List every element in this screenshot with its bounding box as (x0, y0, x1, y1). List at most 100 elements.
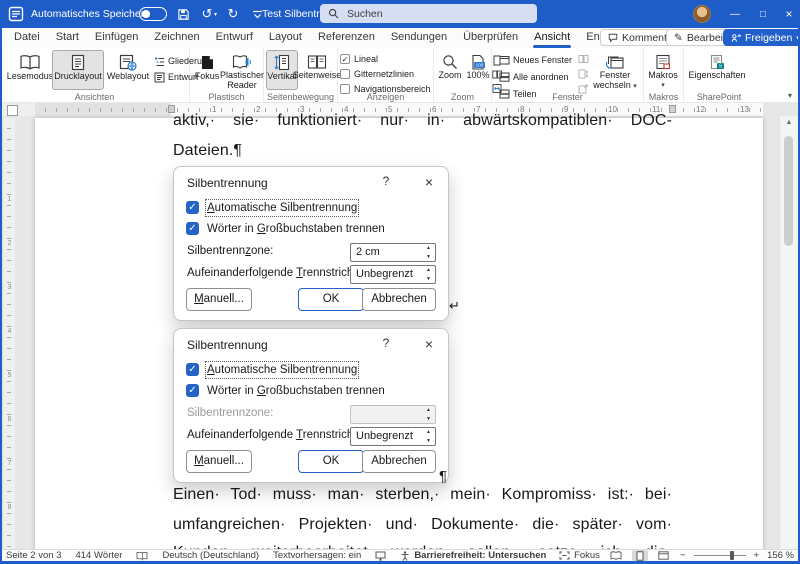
proofing-icon[interactable] (136, 551, 148, 561)
zoom-out-button[interactable]: − (680, 550, 686, 561)
weblayout-button[interactable]: Weblayout (104, 50, 152, 90)
consecutive-hyphens-label: Aufeinanderfolgende Trennstriche: (187, 267, 363, 279)
cancel-button[interactable]: Abbrechen (362, 288, 436, 311)
zoom-slider[interactable] (693, 550, 746, 561)
tab-einfuegen[interactable]: Einfügen (87, 28, 146, 48)
print-layout-view-button[interactable] (631, 550, 648, 561)
synchronous-scrolling-icon[interactable] (578, 68, 589, 80)
zoom-button[interactable]: Zoom (436, 50, 464, 90)
web-layout-view-button[interactable] (656, 550, 672, 561)
maximize-button[interactable]: □ (750, 0, 776, 28)
language-indicator[interactable]: Deutsch (Deutschland) (162, 550, 259, 561)
svg-text:100: 100 (476, 63, 484, 68)
word-app-icon[interactable] (8, 0, 24, 28)
word-count[interactable]: 414 Wörter (75, 550, 122, 561)
seitenweise-button[interactable]: Seitenweise (293, 50, 341, 90)
close-button[interactable]: × (776, 0, 800, 28)
consecutive-hyphens-spinner[interactable]: Unbegrenzt ▲ ▼ (350, 427, 436, 446)
zoom-level[interactable]: 156 % (767, 550, 794, 561)
spin-up-icon[interactable]: ▲ (422, 266, 435, 275)
manual-button[interactable]: Manuell... (186, 450, 252, 473)
fokus-button[interactable]: Fokus (192, 50, 222, 90)
search-input[interactable] (345, 6, 529, 21)
page-indicator[interactable]: Seite 2 von 3 (6, 550, 61, 561)
tab-ueberpruefen[interactable]: Überprüfen (455, 28, 526, 48)
zoom-100-button[interactable]: 100 100% (464, 50, 492, 90)
caps-hyphenation-checkbox[interactable]: ✓ (186, 222, 199, 235)
hyphenation-zone-label: Silbentrennzone: (187, 245, 274, 257)
display-settings-icon[interactable] (375, 551, 386, 561)
close-icon[interactable]: × (418, 172, 440, 192)
tab-datei[interactable]: Datei (6, 28, 48, 48)
tab-entwurf[interactable]: Entwurf (208, 28, 261, 48)
eigenschaften-button[interactable]: S Eigenschaften (686, 50, 748, 90)
redo-button[interactable]: ↻ (222, 0, 244, 28)
drucklayout-button[interactable]: Drucklayout (52, 50, 104, 90)
ok-button[interactable]: OK (298, 450, 364, 473)
spin-down-icon[interactable]: ▼ (422, 437, 435, 446)
caps-hyphenation-label: Wörter in Großbuchstaben trennen (207, 385, 385, 397)
tab-sendungen[interactable]: Sendungen (383, 28, 455, 48)
scroll-up-icon[interactable]: ▲ (780, 119, 798, 126)
spin-up-icon[interactable]: ▲ (422, 244, 435, 253)
spin-down-icon[interactable]: ▼ (422, 275, 435, 284)
accessibility-icon (400, 550, 410, 561)
view-side-by-side-icon[interactable] (578, 53, 589, 65)
auto-hyphenation-checkbox[interactable]: ✓ (186, 363, 199, 376)
neues-fenster-button[interactable]: Neues Fenster (497, 53, 574, 67)
doc-text-line[interactable]: aktiv,· sie· funktioniert· nur· in· abwä… (173, 112, 672, 130)
alle-anordnen-button[interactable]: Alle anordnen (497, 70, 574, 84)
avatar[interactable] (693, 5, 711, 23)
spin-down-icon[interactable]: ▼ (422, 253, 435, 262)
consecutive-hyphens-label: Aufeinanderfolgende Trennstriche: (187, 429, 363, 441)
tab-start[interactable]: Start (48, 28, 87, 48)
ok-button[interactable]: OK (298, 288, 364, 311)
share-button[interactable]: Freigeben ▾ (723, 29, 800, 46)
tab-referenzen[interactable]: Referenzen (310, 28, 383, 48)
plastischer-reader-button[interactable]: Plastischer Reader (220, 50, 264, 90)
makros-button[interactable]: Makros ▾ (646, 50, 680, 90)
tab-selector[interactable] (7, 105, 18, 116)
collapse-ribbon-icon[interactable]: ▾ (788, 91, 792, 100)
ribbon: Lesemodus Drucklayout Weblayout Gliederu… (0, 48, 800, 103)
read-mode-view-button[interactable] (608, 550, 624, 561)
consecutive-hyphens-spinner[interactable]: Unbegrenzt ▲ ▼ (350, 265, 436, 284)
undo-dropdown-icon[interactable]: ▾ (214, 0, 217, 28)
focus-mode-toggle[interactable]: Fokus (559, 550, 600, 561)
zoom-slider-thumb[interactable] (729, 551, 734, 560)
tab-ansicht[interactable]: Ansicht (526, 28, 578, 48)
accessibility-status[interactable]: Barrierefreiheit: Untersuchen (400, 550, 546, 561)
hyphenation-zone-spinner[interactable]: 2 cm ▲ ▼ (350, 243, 436, 262)
scrollbar-thumb[interactable] (784, 136, 793, 246)
minimize-button[interactable]: — (722, 0, 748, 28)
group-ansichten: Lesemodus Drucklayout Weblayout Gliederu… (0, 48, 212, 102)
auto-hyphenation-checkbox[interactable]: ✓ (186, 201, 199, 214)
text-predictions[interactable]: Textvorhersagen: ein (273, 550, 361, 561)
fenster-wechseln-button[interactable]: Fenster wechseln ▾ (589, 50, 641, 90)
vertical-ruler[interactable]: 12345678 (4, 118, 15, 549)
help-icon[interactable]: ? (376, 336, 396, 350)
autosave-toggle[interactable] (139, 0, 167, 28)
cancel-button[interactable]: Abbrechen (362, 450, 436, 473)
doc-text-line[interactable]: umfangreichen· Projekten· und· Dokumente… (173, 516, 672, 534)
doc-text-line[interactable]: Dateien.¶ (173, 142, 672, 160)
doc-text-line-partial[interactable]: Kunden· weiterbearbeitet· werden· sollen… (173, 544, 672, 549)
help-icon[interactable]: ? (376, 174, 396, 188)
gitternetzlinien-checkbox[interactable]: Gitternetzlinien (340, 68, 431, 80)
manual-button[interactable]: Manuell... (186, 288, 252, 311)
tab-layout[interactable]: Layout (261, 28, 310, 48)
close-icon[interactable]: × (418, 334, 440, 354)
dropdown-icon: ▾ (661, 81, 665, 89)
vertical-scrollbar[interactable]: ▲ (779, 116, 798, 549)
search-box[interactable] (320, 4, 537, 23)
lesemodus-button[interactable]: Lesemodus (7, 50, 53, 90)
caps-hyphenation-label: Wörter in Großbuchstaben trennen (207, 223, 385, 235)
lineal-checkbox[interactable]: ✓ Lineal (340, 53, 431, 65)
spin-up-icon[interactable]: ▲ (422, 428, 435, 437)
doc-text-line[interactable]: Einen· Tod· muss· man· sterben,· mein· K… (173, 486, 672, 504)
save-button[interactable] (172, 0, 194, 28)
caps-hyphenation-checkbox[interactable]: ✓ (186, 384, 199, 397)
tab-zeichnen[interactable]: Zeichnen (146, 28, 207, 48)
status-bar: Seite 2 von 3 414 Wörter Deutsch (Deutsc… (0, 549, 800, 561)
zoom-in-button[interactable]: + (754, 550, 760, 561)
